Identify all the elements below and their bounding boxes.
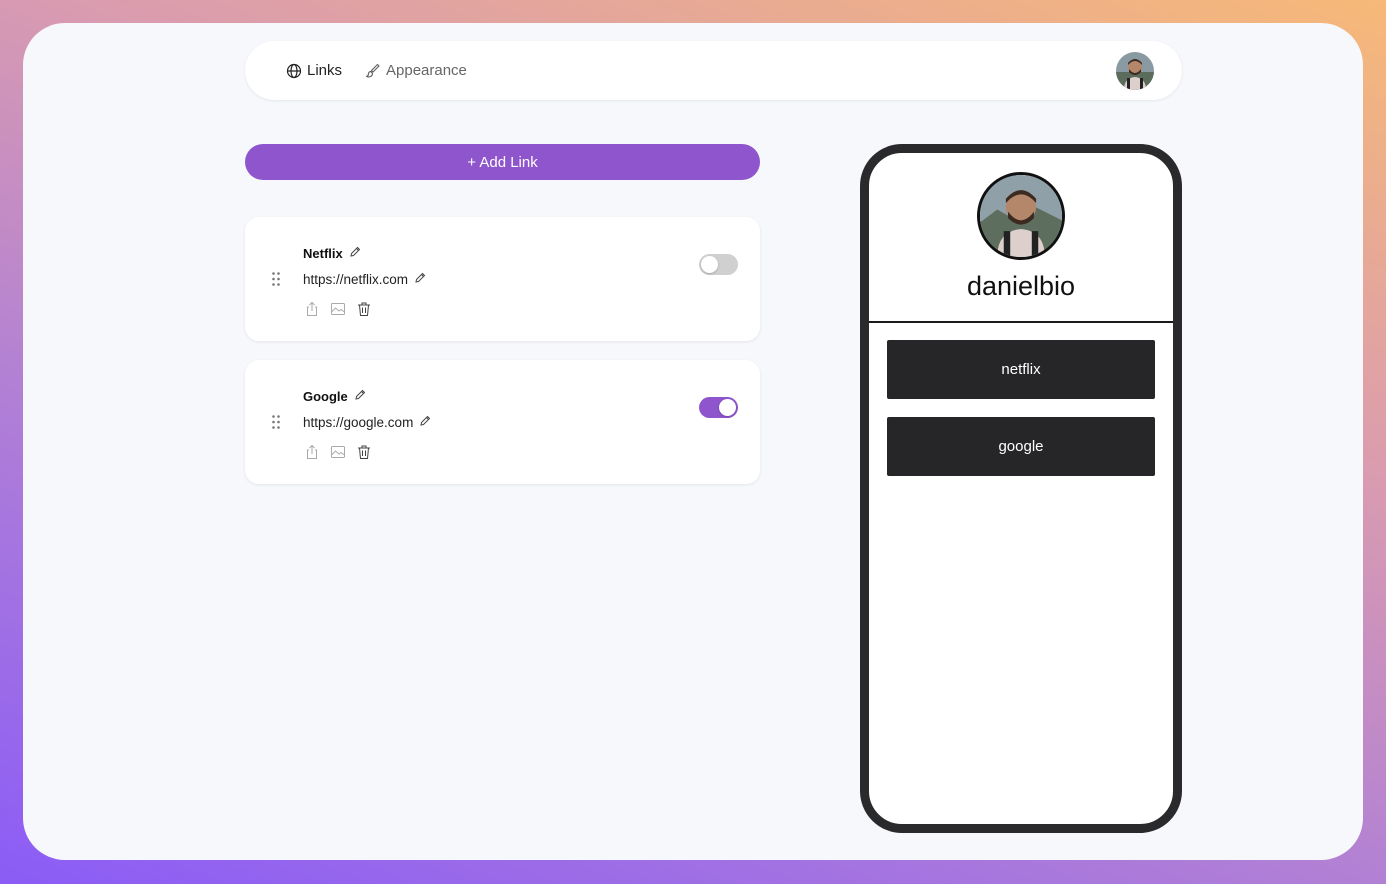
preview-avatar <box>977 172 1065 260</box>
link-url-row: https://netflix.com <box>303 272 426 287</box>
app-frame: Links Appearance + Add Link Netflix http… <box>23 23 1363 860</box>
link-card: Netflix https://netflix.com <box>245 217 760 341</box>
preview-divider <box>869 321 1173 323</box>
preview-link-button[interactable]: netflix <box>887 340 1155 399</box>
link-actions <box>304 301 372 322</box>
toggle-knob <box>719 399 736 416</box>
edit-title-pencil-icon[interactable] <box>349 246 361 261</box>
link-title-row: Google <box>303 389 366 404</box>
drag-handle-icon[interactable] <box>271 414 281 430</box>
tab-links[interactable]: Links <box>286 41 342 100</box>
link-url: https://google.com <box>303 415 414 430</box>
brush-icon <box>365 63 381 79</box>
image-icon[interactable] <box>330 301 346 322</box>
link-card: Google https://google.com <box>245 360 760 484</box>
trash-icon[interactable] <box>356 301 372 322</box>
tab-appearance[interactable]: Appearance <box>365 41 467 100</box>
link-title-row: Netflix <box>303 246 361 261</box>
link-url-row: https://google.com <box>303 415 431 430</box>
share-icon[interactable] <box>304 444 320 465</box>
edit-url-pencil-icon[interactable] <box>419 415 431 430</box>
phone-preview: danielbio netflix google <box>860 144 1182 833</box>
link-actions <box>304 444 372 465</box>
user-avatar[interactable] <box>1116 52 1154 90</box>
toggle-knob <box>701 256 718 273</box>
link-enabled-toggle[interactable] <box>699 397 738 418</box>
top-nav: Links Appearance <box>245 41 1182 100</box>
edit-title-pencil-icon[interactable] <box>354 389 366 404</box>
trash-icon[interactable] <box>356 444 372 465</box>
preview-username: danielbio <box>966 271 1076 301</box>
preview-link-button[interactable]: google <box>887 417 1155 476</box>
link-title: Google <box>303 389 348 404</box>
add-link-button[interactable]: + Add Link <box>245 144 760 180</box>
edit-url-pencil-icon[interactable] <box>414 272 426 287</box>
link-enabled-toggle[interactable] <box>699 254 738 275</box>
link-url: https://netflix.com <box>303 272 409 287</box>
image-icon[interactable] <box>330 444 346 465</box>
share-icon[interactable] <box>304 301 320 322</box>
tab-links-label: Links <box>307 62 343 79</box>
globe-icon <box>286 63 302 79</box>
drag-handle-icon[interactable] <box>271 271 281 287</box>
tab-appearance-label: Appearance <box>386 62 467 79</box>
link-title: Netflix <box>303 246 343 261</box>
